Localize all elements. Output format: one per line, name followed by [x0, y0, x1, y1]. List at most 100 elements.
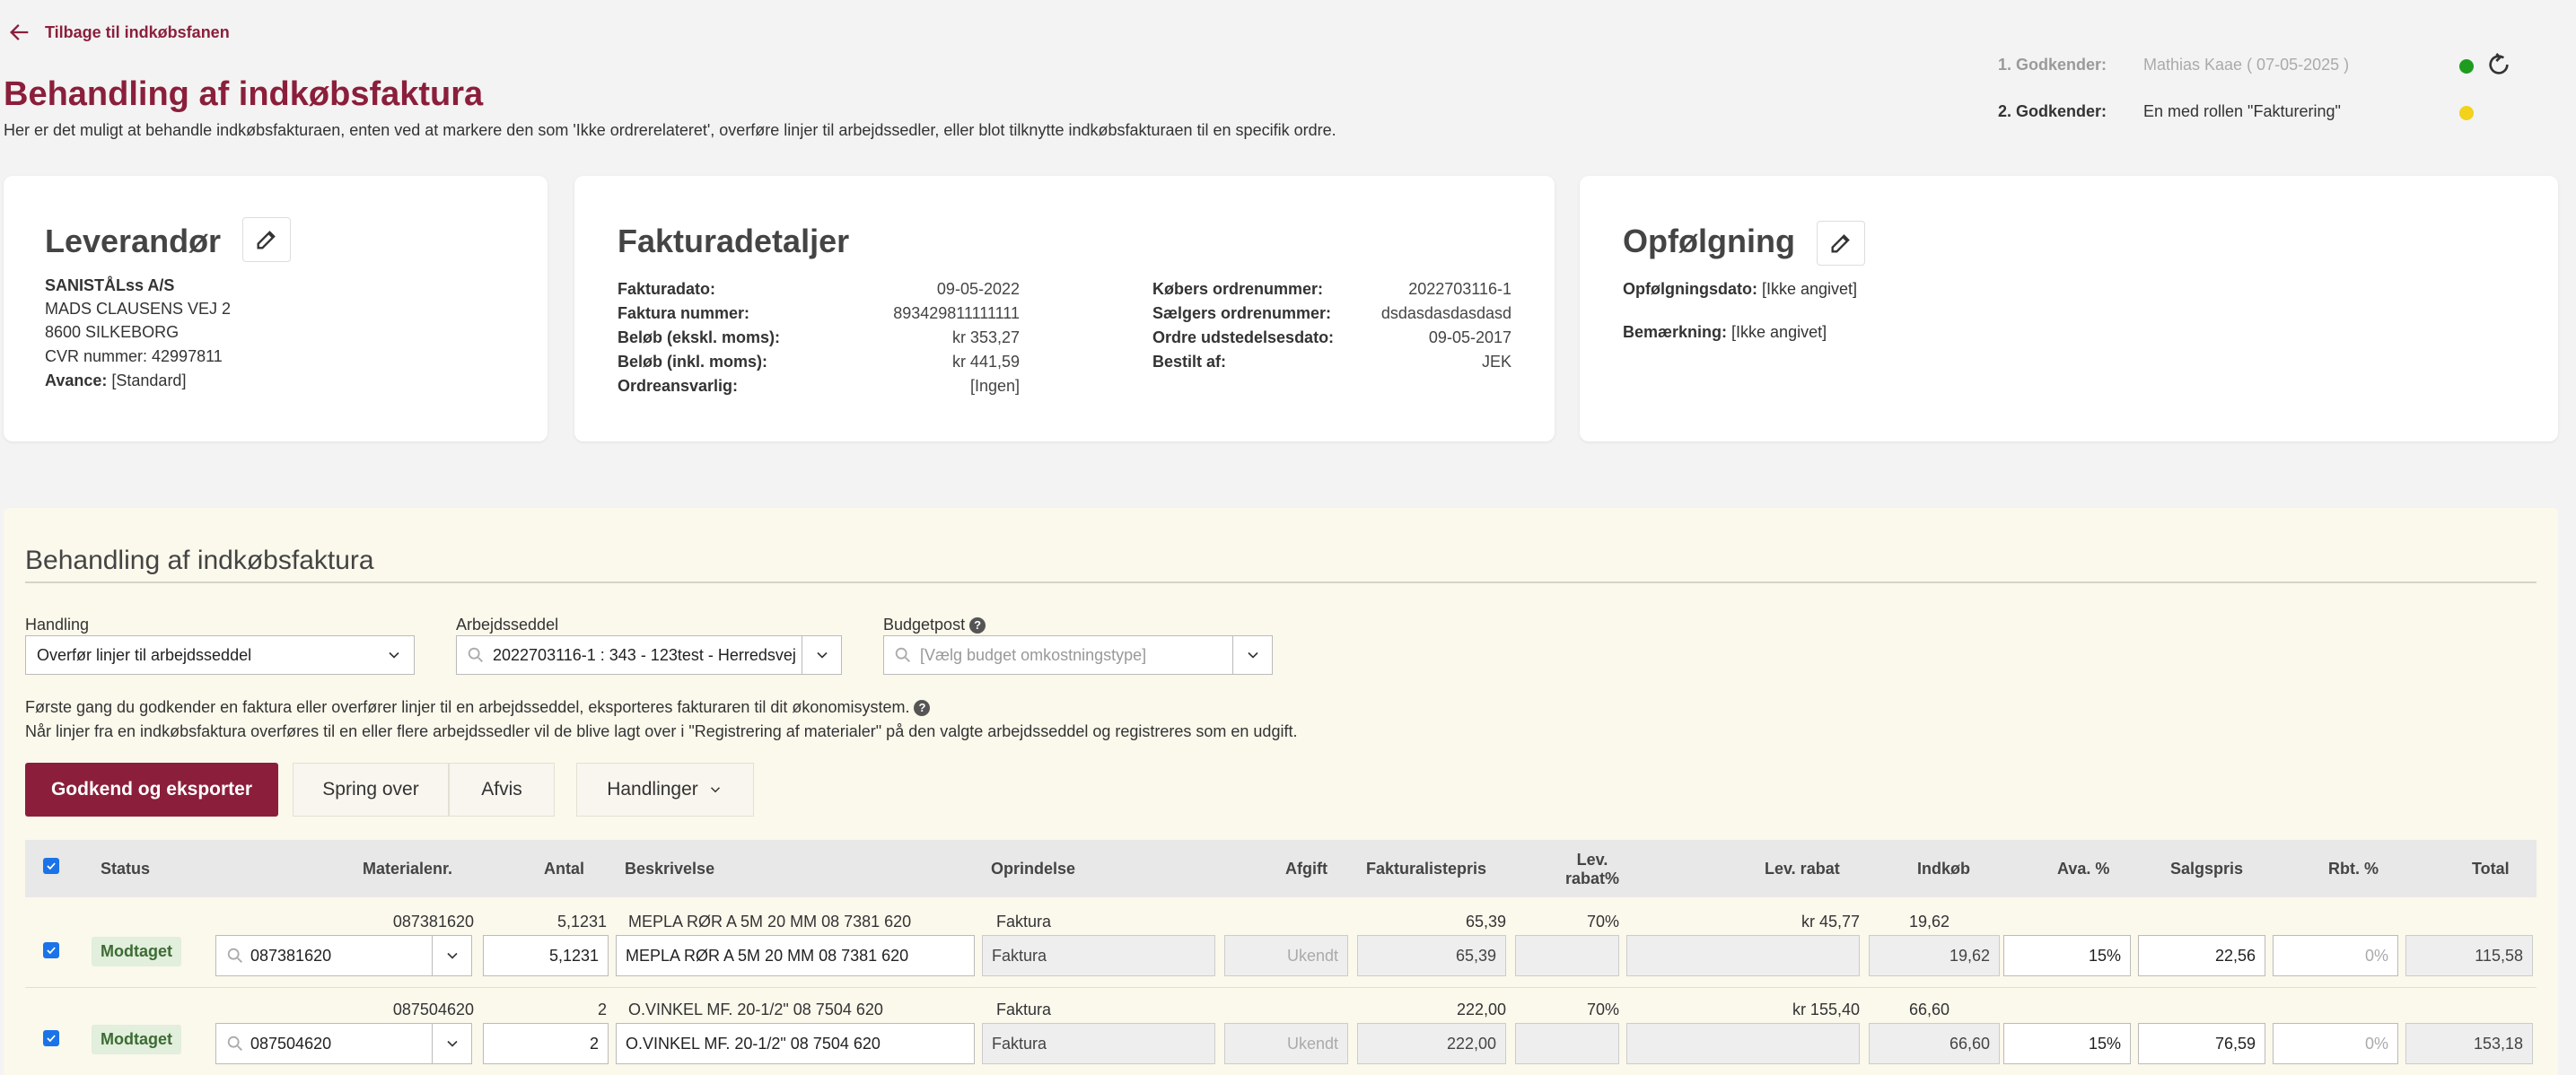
chevron-down-icon[interactable] — [1232, 636, 1272, 674]
col-supplier-discount-pct[interactable]: Lev. rabat% — [1565, 851, 1619, 888]
chevron-down-icon[interactable] — [432, 1024, 471, 1063]
supplier-address: MADS CLAUSENS VEJ 2 — [45, 300, 232, 318]
ref-material: 087381620 — [392, 913, 474, 931]
approver-1-label: 1. Godkender: — [1998, 56, 2107, 74]
ref-list-price: 65,39 — [1465, 913, 1506, 931]
col-list-price[interactable]: Fakturalistepris — [1366, 860, 1486, 878]
description-input[interactable]: O.VINKEL MF. 20-1/2" 08 7504 620 — [616, 1023, 975, 1064]
select-all-checkbox[interactable] — [43, 858, 59, 874]
budget-select[interactable]: [Vælg budget omkostningstype] — [883, 635, 1273, 675]
refresh-icon[interactable] — [2484, 50, 2513, 79]
approver-1-value: Mathias Kaae ( 07-05-2025 ) — [2143, 56, 2350, 74]
total-field: 153,18 — [2405, 1023, 2533, 1064]
ref-description: O.VINKEL MF. 20-1/2" 08 7504 620 — [628, 1001, 883, 1018]
material-select-value: 087381620 — [250, 946, 332, 965]
ref-purchase: 66,60 — [1908, 1001, 1950, 1018]
col-material[interactable]: Materialenr. — [363, 860, 452, 878]
ref-qty: 5,1231 — [556, 913, 607, 931]
ref-origin: Faktura — [996, 1001, 1052, 1018]
markup-input[interactable]: 15% — [2003, 935, 2131, 976]
ref-purchase: 19,62 — [1908, 913, 1950, 931]
col-purchase[interactable]: Indkøb — [1917, 860, 1970, 878]
col-description[interactable]: Beskrivelse — [625, 860, 714, 878]
arrow-left-icon — [10, 24, 29, 40]
processing-divider — [25, 581, 2537, 583]
chevron-down-icon — [710, 787, 720, 793]
qty-input[interactable]: 2 — [483, 1023, 609, 1064]
help-icon[interactable]: ? — [969, 617, 986, 634]
ref-supplier-discount-pct: 70% — [1586, 913, 1619, 931]
col-total[interactable]: Total — [2472, 860, 2510, 878]
invoice-amount-excl: Beløb (ekskl. moms): kr 353,27 — [618, 328, 1020, 346]
status-badge: Modtaget — [92, 1025, 181, 1054]
fee-field: Ukendt — [1224, 935, 1348, 976]
col-sale-price[interactable]: Salgspris — [2170, 860, 2243, 878]
order-issue-date: Ordre udstedelsesdato: 09-05-2017 — [1152, 328, 1511, 346]
actions-menu-label: Handlinger — [607, 779, 698, 800]
col-origin[interactable]: Oprindelse — [991, 860, 1075, 878]
followup-note: Bemærkning: [Ikke angivet] — [1623, 323, 1827, 341]
approve-export-button[interactable]: Godkend og eksporter — [25, 763, 278, 817]
origin-field: Faktura — [982, 935, 1215, 976]
row-divider — [25, 987, 2537, 988]
material-select[interactable]: 087381620 — [215, 935, 472, 976]
worksheet-select[interactable]: 2022703116-1 : 343 - 123test - Herredsve… — [456, 635, 842, 675]
budget-select-placeholder: [Vælg budget omkostningstype] — [920, 645, 1147, 664]
search-icon — [227, 1036, 242, 1051]
actions-menu-button[interactable]: Handlinger — [576, 763, 754, 817]
followup-date: Opfølgningsdato: [Ikke angivet] — [1623, 280, 1858, 298]
supplier-avance: Avance: [Standard] — [45, 371, 187, 389]
ref-description: MEPLA RØR A 5M 20 MM 08 7381 620 — [628, 913, 912, 931]
description-input[interactable]: MEPLA RØR A 5M 20 MM 08 7381 620 — [616, 935, 975, 976]
row-checkbox[interactable] — [43, 942, 59, 958]
approver-1-status-dot — [2459, 59, 2474, 74]
ref-supplier-discount: kr 155,40 — [1792, 1001, 1860, 1018]
col-discount[interactable]: Rbt. % — [2328, 860, 2379, 878]
supplier-title: Leverandør — [45, 223, 222, 259]
help-icon[interactable]: ? — [914, 700, 931, 717]
page-title: Behandling af indkøbsfaktura — [4, 75, 484, 113]
col-fee[interactable]: Afgift — [1285, 860, 1327, 878]
page-description: Her er det muligt at behandle indkøbsfak… — [4, 121, 1336, 139]
col-supplier-discount[interactable]: Lev. rabat — [1765, 860, 1840, 878]
ref-supplier-discount-pct: 70% — [1586, 1001, 1619, 1018]
supplier-cvr: CVR nummer: 42997811 — [45, 347, 223, 365]
discount-input[interactable]: 0% — [2273, 935, 2398, 976]
action-select-value: Overfør linjer til arbejdsseddel — [37, 645, 252, 664]
supplier-discount-field — [1626, 935, 1860, 976]
row-checkbox[interactable] — [43, 1030, 59, 1046]
list-price-field: 65,39 — [1357, 935, 1506, 976]
edit-followup-button[interactable] — [1817, 221, 1865, 266]
followup-title: Opfølgning — [1623, 223, 1795, 259]
ref-material: 087504620 — [392, 1001, 474, 1018]
chevron-down-icon[interactable] — [802, 636, 841, 674]
back-link-label: Tilbage til indkøbsfanen — [45, 22, 230, 41]
col-markup[interactable]: Ava. % — [2057, 860, 2109, 878]
pencil-icon — [257, 231, 276, 249]
budget-label: Budgetpost ? — [883, 616, 986, 634]
skip-button[interactable]: Spring over — [293, 763, 449, 817]
supplier-discount-pct-field — [1515, 1023, 1619, 1064]
markup-input[interactable]: 15% — [2003, 1023, 2131, 1064]
material-select-value: 087504620 — [250, 1034, 332, 1053]
back-link[interactable]: Tilbage til indkøbsfanen — [7, 20, 230, 45]
edit-supplier-button[interactable] — [242, 217, 291, 262]
sale-price-input[interactable]: 76,59 — [2138, 1023, 2265, 1064]
col-qty[interactable]: Antal — [544, 860, 584, 878]
invoice-number: Faktura nummer: 893429811111111 — [618, 304, 1020, 322]
col-status[interactable]: Status — [101, 860, 150, 878]
material-select[interactable]: 087504620 — [215, 1023, 472, 1064]
search-icon — [468, 647, 483, 662]
purchase-field: 66,60 — [1869, 1023, 2000, 1064]
seller-order-number: Sælgers ordrenummer: dsdasdasdasdasd — [1152, 304, 1511, 322]
action-select[interactable]: Overfør linjer til arbejdsseddel — [25, 635, 415, 675]
reject-button[interactable]: Afvis — [449, 763, 555, 817]
ref-origin: Faktura — [996, 913, 1052, 931]
pencil-icon — [1831, 234, 1850, 253]
status-badge: Modtaget — [92, 937, 181, 966]
chevron-down-icon[interactable] — [432, 936, 471, 975]
action-label: Handling — [25, 616, 90, 634]
discount-input[interactable]: 0% — [2273, 1023, 2398, 1064]
qty-input[interactable]: 5,1231 — [483, 935, 609, 976]
sale-price-input[interactable]: 22,56 — [2138, 935, 2265, 976]
